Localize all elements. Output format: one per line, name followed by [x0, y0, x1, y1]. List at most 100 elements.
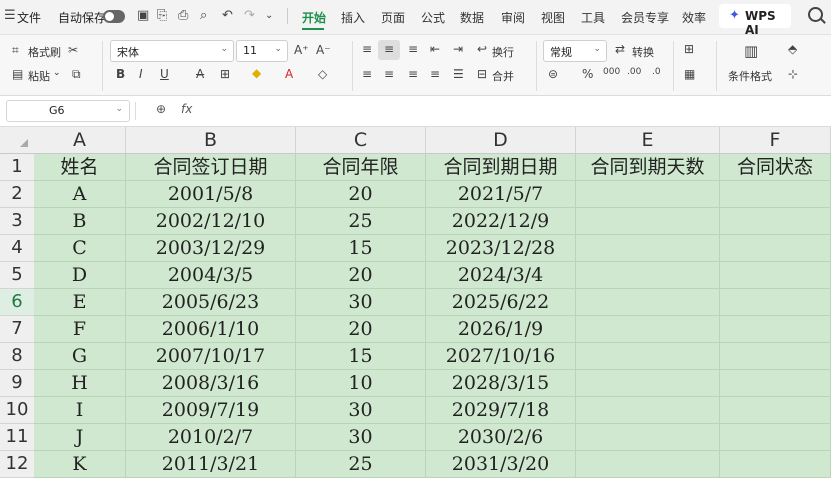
export-pdf-icon[interactable]: ⎘ [157, 8, 167, 23]
table-cell[interactable]: 2025/6/22 [426, 289, 576, 316]
paste-dropdown-icon[interactable]: ⌄ [53, 68, 61, 78]
row-header-12[interactable]: 12 [0, 451, 35, 478]
table-cell[interactable]: 25 [296, 451, 426, 478]
wps-ai-button[interactable]: ✦ WPS AI [719, 4, 791, 37]
more-chevron-icon[interactable]: ⌄ [265, 10, 273, 21]
zoom-search-icon[interactable]: ⊕ [156, 102, 166, 116]
clear-format-icon[interactable]: ◇ [318, 67, 327, 81]
fill-icon[interactable]: ⬘ [788, 42, 797, 56]
table-cell[interactable]: 2009/7/19 [126, 397, 296, 424]
merge-button[interactable]: 合并 [492, 68, 514, 84]
table-cell[interactable] [576, 370, 720, 397]
currency-icon[interactable]: ⊜ [548, 67, 558, 81]
align-left-icon[interactable]: ≡ [362, 67, 372, 81]
increase-font-icon[interactable]: A⁺ [294, 43, 309, 57]
table-cell[interactable]: E [34, 289, 126, 316]
row-header-11[interactable]: 11 [0, 424, 35, 451]
table-cell[interactable]: 20 [296, 316, 426, 343]
row-header-1[interactable]: 1 [0, 154, 35, 181]
header-cell[interactable]: 合同状态 [720, 154, 831, 181]
wrap-text-button[interactable]: 换行 [492, 44, 514, 60]
cut-icon[interactable]: ✂ [68, 43, 78, 57]
row-header-8[interactable]: 8 [0, 343, 35, 370]
table-cell[interactable]: 2001/5/8 [126, 181, 296, 208]
copy-icon[interactable]: ⧉ [72, 67, 81, 82]
conditional-format-button[interactable]: 条件格式 [728, 68, 772, 84]
table-cell[interactable]: 20 [296, 262, 426, 289]
font-color-icon[interactable]: A [285, 67, 293, 81]
table-cell[interactable]: H [34, 370, 126, 397]
table-cell[interactable]: A [34, 181, 126, 208]
table-cell[interactable]: 2023/12/28 [426, 235, 576, 262]
convert-icon[interactable]: ⇄ [615, 42, 625, 56]
table-cell[interactable]: G [34, 343, 126, 370]
table-cell[interactable] [576, 181, 720, 208]
decrease-decimal-icon[interactable]: .0 [652, 67, 661, 77]
table-cell[interactable] [576, 289, 720, 316]
table-cell[interactable]: 2002/12/10 [126, 208, 296, 235]
table-cell[interactable] [720, 262, 831, 289]
row-header-9[interactable]: 9 [0, 370, 35, 397]
wrap-text-icon[interactable]: ↩ [477, 42, 487, 56]
table-cell[interactable] [720, 289, 831, 316]
table-cell[interactable] [576, 316, 720, 343]
align-top-icon[interactable]: ≡ [362, 42, 372, 56]
table-cell[interactable] [720, 451, 831, 478]
header-cell[interactable]: 合同到期天数 [576, 154, 720, 181]
row-header-5[interactable]: 5 [0, 262, 35, 289]
decrease-font-icon[interactable]: A⁻ [316, 43, 331, 57]
table-cell[interactable]: 15 [296, 343, 426, 370]
table-cell[interactable] [720, 397, 831, 424]
table-cell[interactable] [720, 316, 831, 343]
table-cell[interactable] [576, 343, 720, 370]
table-cell[interactable] [576, 424, 720, 451]
column-header-b[interactable]: B [126, 127, 296, 154]
conditional-format-icon[interactable]: ▥ [744, 42, 758, 60]
table-cell[interactable]: B [34, 208, 126, 235]
table-cell[interactable] [720, 370, 831, 397]
table-cell[interactable]: 2022/12/9 [426, 208, 576, 235]
table-cell[interactable]: 2029/7/18 [426, 397, 576, 424]
row-header-4[interactable]: 4 [0, 235, 35, 262]
tab-insert[interactable]: 插入 [341, 9, 365, 26]
paste-icon[interactable]: ▤ [12, 67, 23, 81]
table-cell[interactable]: 2007/10/17 [126, 343, 296, 370]
tab-view[interactable]: 视图 [541, 9, 565, 26]
row-header-6[interactable]: 6 [0, 289, 35, 316]
table-cell[interactable]: 2021/5/7 [426, 181, 576, 208]
search-icon[interactable] [808, 7, 823, 22]
table-cell[interactable]: 2003/12/29 [126, 235, 296, 262]
header-cell[interactable]: 姓名 [34, 154, 126, 181]
align-right-icon[interactable]: ≡ [408, 67, 418, 81]
align-center-icon[interactable]: ≡ [384, 67, 394, 81]
table-cell[interactable]: 2028/3/15 [426, 370, 576, 397]
undo-icon[interactable]: ↶ [222, 8, 233, 23]
bold-icon[interactable]: B [116, 67, 125, 81]
paste-button[interactable]: 粘贴 [28, 68, 50, 84]
tab-review[interactable]: 审阅 [501, 9, 525, 26]
strikethrough-icon[interactable]: A [196, 67, 204, 81]
hamburger-menu-icon[interactable]: ☰ [4, 8, 16, 23]
header-cell[interactable]: 合同年限 [296, 154, 426, 181]
row-header-3[interactable]: 3 [0, 208, 35, 235]
table-cell[interactable] [576, 397, 720, 424]
column-header-e[interactable]: E [576, 127, 720, 154]
table-cell[interactable]: 25 [296, 208, 426, 235]
underline-icon[interactable]: U [160, 67, 169, 81]
table-cell[interactable]: 2030/2/6 [426, 424, 576, 451]
select-all-corner[interactable] [0, 127, 35, 154]
table-cell[interactable] [720, 208, 831, 235]
merge-icon[interactable]: ⊟ [477, 67, 487, 81]
column-header-a[interactable]: A [34, 127, 126, 154]
tab-formula[interactable]: 公式 [421, 9, 445, 26]
font-size-select[interactable]: 11 ⌄ [236, 40, 288, 62]
number-format-select[interactable]: 常规 ⌄ [543, 40, 607, 62]
table-cell[interactable]: J [34, 424, 126, 451]
table-cell[interactable] [576, 235, 720, 262]
distributed-align-icon[interactable]: ☰ [453, 67, 464, 81]
tab-page[interactable]: 页面 [381, 9, 405, 26]
table-cell[interactable]: 2006/1/10 [126, 316, 296, 343]
percent-icon[interactable]: % [582, 67, 593, 81]
table-cell[interactable] [720, 343, 831, 370]
font-name-select[interactable]: 宋体 ⌄ [110, 40, 234, 62]
